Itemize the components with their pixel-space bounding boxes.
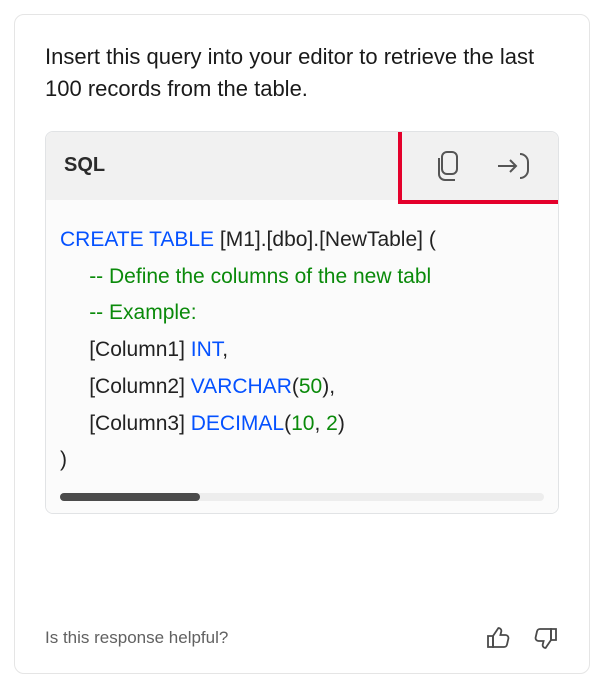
- code-body: CREATE TABLE [M1].[dbo].[NewTable] ( -- …: [46, 200, 558, 513]
- scroll-thumb[interactable]: [60, 493, 200, 501]
- insert-into-editor-button[interactable]: [492, 148, 534, 184]
- horizontal-scrollbar[interactable]: [60, 493, 544, 501]
- copy-icon: [434, 150, 462, 182]
- sql-code: CREATE TABLE [M1].[dbo].[NewTable] ( -- …: [60, 222, 558, 479]
- code-language-label: SQL: [64, 154, 105, 177]
- code-actions-group: [430, 146, 540, 186]
- feedback-actions: [485, 625, 559, 651]
- thumbs-up-icon: [485, 625, 511, 651]
- thumbs-up-button[interactable]: [485, 625, 511, 651]
- intro-text: Insert this query into your editor to re…: [45, 41, 559, 105]
- thumbs-down-icon: [533, 625, 559, 651]
- assistant-response-card: Insert this query into your editor to re…: [14, 14, 590, 674]
- insert-into-editor-icon: [496, 152, 530, 180]
- code-block-header: SQL: [46, 132, 558, 200]
- code-block-card: SQL: [45, 131, 559, 514]
- feedback-question: Is this response helpful?: [45, 628, 228, 648]
- feedback-row: Is this response helpful?: [45, 593, 559, 651]
- copy-button[interactable]: [430, 146, 466, 186]
- thumbs-down-button[interactable]: [533, 625, 559, 651]
